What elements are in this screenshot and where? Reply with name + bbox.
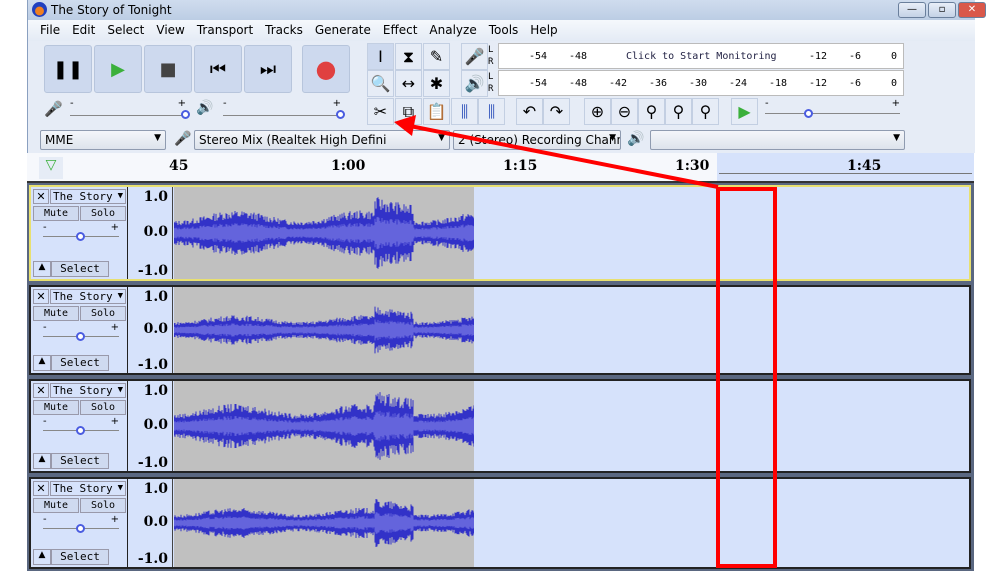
annotation-overlay (394, 115, 777, 568)
highlight-rectangle (716, 187, 777, 568)
annotation-arrow-line (409, 124, 719, 189)
annotation-arrowhead (394, 115, 416, 136)
